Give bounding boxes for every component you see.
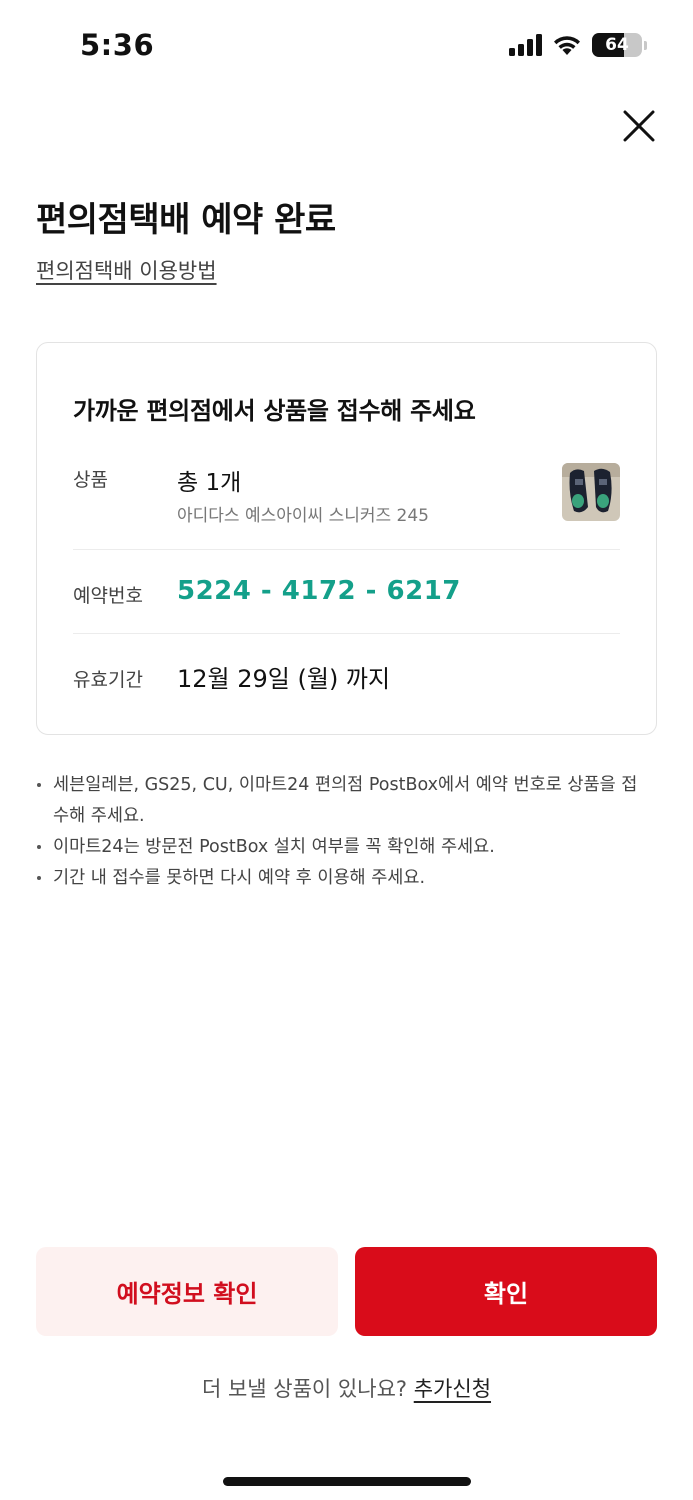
reservation-number-label: 예약번호	[73, 585, 143, 607]
reservation-complete-screen: 5:36 64 편의점택배 예약 완료 편의점택배 이용방법 가까운 편의점에서…	[0, 0, 693, 1500]
confirm-button[interactable]: 확인	[355, 1247, 657, 1336]
battery-level: 64	[605, 35, 629, 55]
notice-list: 세븐일레븐, GS25, CU, 이마트24 편의점 PostBox에서 예약 …	[34, 770, 644, 894]
card-heading: 가까운 편의점에서 상품을 접수해 주세요	[73, 397, 476, 425]
notice-item: 세븐일레븐, GS25, CU, 이마트24 편의점 PostBox에서 예약 …	[34, 770, 644, 832]
product-label: 상품	[73, 469, 108, 491]
notice-item: 기간 내 접수를 못하면 다시 예약 후 이용해 주세요.	[34, 863, 644, 894]
validity-value: 12월 29일 (월) 까지	[177, 665, 391, 693]
home-indicator	[223, 1477, 471, 1486]
card-divider	[73, 633, 620, 634]
validity-label: 유효기간	[73, 669, 143, 691]
battery-tip	[644, 40, 647, 50]
product-thumbnail	[562, 463, 620, 521]
notice-item: 이마트24는 방문전 PostBox 설치 여부를 꼭 확인해 주세요.	[34, 832, 644, 863]
signal-icon	[509, 34, 542, 56]
product-count: 총 1개	[177, 470, 242, 496]
status-time: 5:36	[80, 28, 155, 62]
usage-guide-link[interactable]: 편의점택배 이용방법	[36, 255, 217, 285]
reservation-info-button[interactable]: 예약정보 확인	[36, 1247, 338, 1336]
add-more-prompt: 더 보낼 상품이 있나요? 추가신청	[0, 1373, 693, 1403]
add-more-question: 더 보낼 상품이 있나요?	[201, 1377, 408, 1401]
close-icon[interactable]	[621, 108, 657, 144]
product-name: 아디다스 예스아이씨 스니커즈 245	[177, 506, 429, 526]
wifi-icon	[554, 36, 580, 55]
reservation-number: 5224 - 4172 - 6217	[177, 576, 461, 606]
page-title: 편의점택배 예약 완료	[36, 200, 336, 240]
card-divider	[73, 549, 620, 550]
battery-icon: 64	[592, 33, 642, 57]
status-icons: 64	[509, 33, 647, 57]
add-request-link[interactable]: 추가신청	[414, 1377, 491, 1401]
reservation-card: 가까운 편의점에서 상품을 접수해 주세요 상품 총 1개 아디다스 예스아이씨…	[36, 342, 657, 735]
